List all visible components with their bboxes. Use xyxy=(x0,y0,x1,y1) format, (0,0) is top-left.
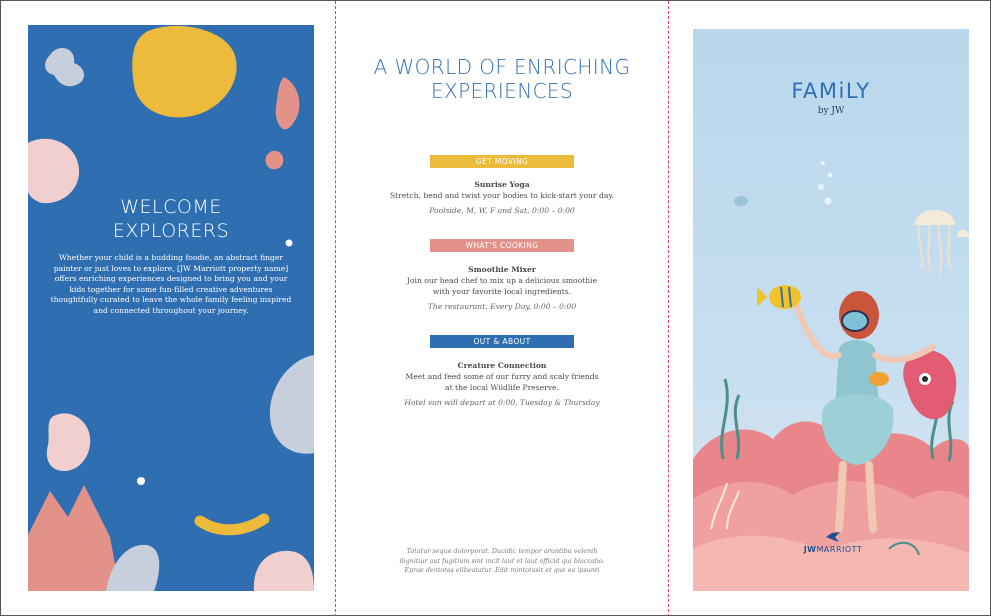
footer-placeholder-text: Totatur seque dolorporat. Ducidic tempor… xyxy=(399,547,605,575)
experiences-panel: A WORLD OF ENRICHING EXPERIENCES GET MOV… xyxy=(336,1,668,616)
cover-panel: FAMiLY by JW JWMARRIOTT xyxy=(693,29,969,591)
section-banner-get-moving: GET MOVING xyxy=(430,155,574,168)
welcome-body-text: Whether your child is a budding foodie, … xyxy=(50,253,292,315)
activity-title: Smoothie Mixer xyxy=(468,265,536,274)
fold-line-right xyxy=(668,1,669,616)
activity-description: Stretch, bend and twist your bodies to k… xyxy=(389,191,615,200)
welcome-panel: WELCOME EXPLORERS Whether your child is … xyxy=(28,25,314,591)
family-logo: FAMiLY xyxy=(791,79,871,103)
brand-bold: JW xyxy=(803,545,817,554)
activity-description: Meet and feed some of our furry and scal… xyxy=(405,372,599,392)
activity-title: Creature Connection xyxy=(457,361,547,370)
activity-creature-connection: Creature Connection Meet and feed some o… xyxy=(336,360,668,408)
activity-schedule: The restaurant, Every Day, 0:00 – 0:00 xyxy=(427,302,577,311)
brochure-sheet: WELCOME EXPLORERS Whether your child is … xyxy=(0,0,991,616)
activity-schedule: Hotel van will depart at 0:00, Tuesday &… xyxy=(404,398,600,407)
section-banner-whats-cooking: WHAT’S COOKING xyxy=(430,239,574,252)
bird-icon xyxy=(826,532,840,542)
activity-description: Join our head chef to mix up a delicious… xyxy=(406,276,598,296)
experiences-title: A WORLD OF ENRICHING EXPERIENCES xyxy=(373,55,631,103)
activity-sunrise-yoga: Sunrise Yoga Stretch, bend and twist you… xyxy=(336,179,668,216)
brand-rest: MARRIOTT xyxy=(816,545,863,554)
jw-marriott-wordmark: JWMARRIOTT xyxy=(804,545,863,554)
activity-schedule: Poolside, M, W, F and Sat, 0:00 – 0:00 xyxy=(429,206,575,215)
welcome-title: WELCOME EXPLORERS xyxy=(112,196,230,242)
jw-marriott-logo: JWMARRIOTT xyxy=(795,529,871,569)
section-banner-out-and-about: OUT & ABOUT xyxy=(430,335,574,348)
activity-smoothie-mixer: Smoothie Mixer Join our head chef to mix… xyxy=(336,264,668,312)
family-logo-subtitle: by JW xyxy=(817,106,845,116)
activity-title: Sunrise Yoga xyxy=(474,180,530,189)
